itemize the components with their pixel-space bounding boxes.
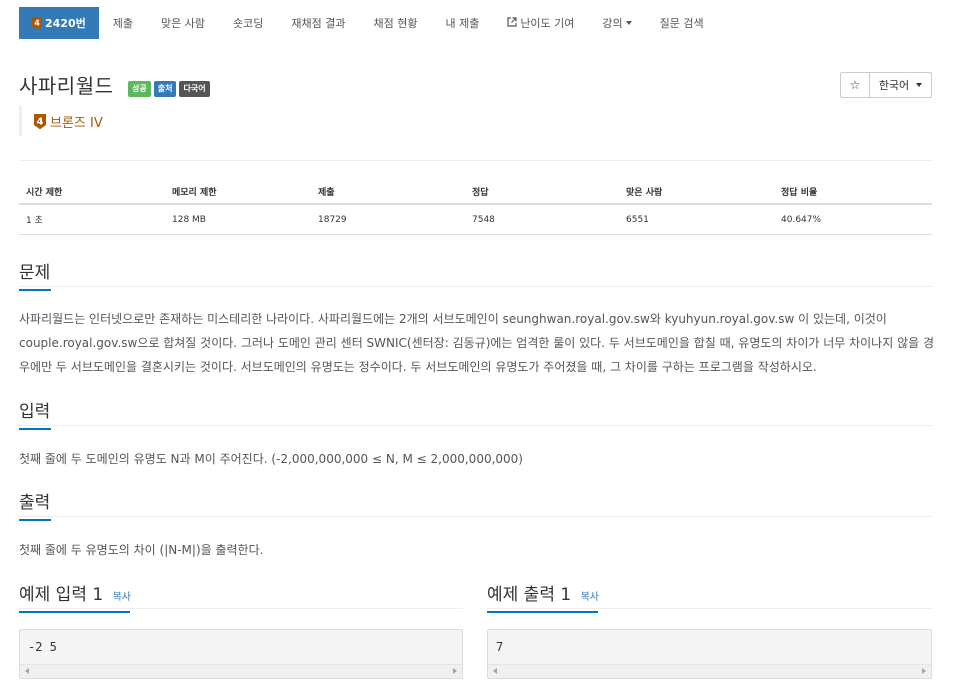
section-underline xyxy=(19,289,51,291)
header-submissions: 제출 xyxy=(318,187,335,198)
sample-output-box[interactable]: 7 xyxy=(487,629,932,679)
header-accepted: 정답 xyxy=(472,187,489,198)
value-solved-users: 6551 xyxy=(626,214,649,225)
tab-rejudge-results[interactable]: 재채점 결과 xyxy=(277,7,359,39)
label-source[interactable]: 출처 xyxy=(153,81,177,97)
bronze-tier-icon: 4 xyxy=(31,16,43,30)
value-submissions: 18729 xyxy=(318,214,347,225)
label-success[interactable]: 성공 xyxy=(128,81,151,97)
caret-down-icon xyxy=(916,83,923,87)
caret-down-icon xyxy=(625,21,632,25)
tab-my-submissions[interactable]: 내 제출 xyxy=(431,7,493,39)
tab-submit[interactable]: 제출 xyxy=(99,7,147,39)
scroll-right-icon[interactable] xyxy=(453,668,457,674)
tab-solved-users[interactable]: 맞은 사람 xyxy=(147,7,219,39)
sample-input-box[interactable]: -2 5 xyxy=(19,629,463,679)
value-accept-ratio: 40.647% xyxy=(781,214,822,225)
bronze-tier-icon: 4 xyxy=(33,113,47,130)
section-title-output-text: 출력 xyxy=(19,493,51,513)
tab-short-coding-label: 숏코딩 xyxy=(232,17,264,30)
tab-lectures-dropdown[interactable]: 강의 xyxy=(588,7,645,39)
section-divider xyxy=(19,425,932,426)
scroll-left-icon[interactable] xyxy=(493,668,497,674)
scroll-left-icon[interactable] xyxy=(25,668,29,674)
copy-sample-output-button[interactable]: 복사 xyxy=(581,592,599,603)
sample-output-title-text: 예제 출력 1 xyxy=(487,585,572,605)
tab-my-submissions-label: 내 제출 xyxy=(445,17,480,30)
external-link-icon xyxy=(507,16,517,30)
input-description: 첫째 줄에 두 도메인의 유명도 N과 M이 주어진다. (-2,000,000… xyxy=(19,452,523,466)
problem-actions: ☆ 한국어 xyxy=(840,72,932,98)
section-divider xyxy=(19,608,463,609)
header-time-limit: 시간 제한 xyxy=(26,187,63,198)
section-underline xyxy=(487,611,598,613)
problem-title: 사파리월드 xyxy=(19,74,114,98)
header-solved-users: 맞은 사람 xyxy=(626,187,663,198)
language-label: 한국어 xyxy=(878,79,910,92)
tab-question-search[interactable]: 질문 검색 xyxy=(646,7,718,39)
divider xyxy=(19,160,932,161)
tab-problem-label: 2420번 xyxy=(45,17,86,30)
problem-tier: 4 브론즈 IV xyxy=(19,106,103,136)
table-header-row: 시간 제한 메모리 제한 제출 정답 맞은 사람 정답 비율 xyxy=(19,179,932,205)
tab-lectures-label: 강의 xyxy=(602,17,623,30)
horizontal-scrollbar[interactable] xyxy=(20,664,462,678)
label-multilingual[interactable]: 다국어 xyxy=(179,81,210,97)
header-memory-limit: 메모리 제한 xyxy=(172,187,217,198)
value-time-limit: 1 초 xyxy=(26,216,43,226)
language-dropdown[interactable]: 한국어 xyxy=(870,72,932,98)
tab-judge-status[interactable]: 채점 현황 xyxy=(359,7,431,39)
tab-problem[interactable]: 4 2420번 xyxy=(19,7,99,39)
scroll-right-icon[interactable] xyxy=(922,668,926,674)
sample-input-title-text: 예제 입력 1 xyxy=(19,585,104,605)
tab-solved-users-label: 맞은 사람 xyxy=(161,17,205,30)
section-underline xyxy=(19,611,130,613)
sample-output-text: 7 xyxy=(496,640,504,654)
horizontal-scrollbar[interactable] xyxy=(488,664,931,678)
problem-labels: 성공 출처 다국어 xyxy=(128,81,210,97)
tab-short-coding[interactable]: 숏코딩 xyxy=(219,7,277,39)
output-description: 첫째 줄에 두 유명도의 차이 (|N-M|)을 출력한다. xyxy=(19,543,264,557)
section-title-sample-input: 예제 입력 1 복사 xyxy=(19,580,131,613)
value-memory-limit: 128 MB xyxy=(172,214,206,225)
svg-text:4: 4 xyxy=(37,116,44,127)
sample-input-text: -2 5 xyxy=(28,640,57,654)
copy-sample-input-button[interactable]: 복사 xyxy=(113,592,131,603)
section-divider xyxy=(19,286,932,287)
value-accepted: 7548 xyxy=(472,214,495,225)
section-underline xyxy=(19,428,51,430)
section-title-problem: 문제 xyxy=(19,258,51,291)
tab-submit-label: 제출 xyxy=(112,17,133,30)
section-underline xyxy=(19,519,51,521)
problem-info-table: 시간 제한 메모리 제한 제출 정답 맞은 사람 정답 비율 1 초 128 M… xyxy=(19,179,932,235)
tab-judge-status-label: 채점 현황 xyxy=(373,17,418,30)
section-title-output: 출력 xyxy=(19,488,51,521)
section-divider xyxy=(487,608,932,609)
favorite-star-button[interactable]: ☆ xyxy=(840,72,870,98)
section-title-input: 입력 xyxy=(19,397,51,430)
tab-difficulty-contribution[interactable]: 난이도 기여 xyxy=(493,7,588,39)
header-accept-ratio: 정답 비율 xyxy=(781,187,818,198)
tab-difficulty-contribution-label: 난이도 기여 xyxy=(520,17,575,30)
tab-question-search-label: 질문 검색 xyxy=(659,17,704,30)
section-title-sample-output: 예제 출력 1 복사 xyxy=(487,580,599,613)
tab-rejudge-results-label: 재채점 결과 xyxy=(291,17,346,30)
star-icon: ☆ xyxy=(849,78,861,92)
problem-nav: 4 2420번 제출 맞은 사람 숏코딩 재채점 결과 채점 현황 내 제출 난… xyxy=(19,7,932,39)
section-divider xyxy=(19,516,932,517)
tier-name[interactable]: 브론즈 IV xyxy=(50,112,103,131)
svg-text:4: 4 xyxy=(34,19,40,28)
table-row: 1 초 128 MB 18729 7548 6551 40.647% xyxy=(19,205,932,235)
section-title-input-text: 입력 xyxy=(19,402,51,422)
problem-description: 사파리월드는 인터넷으로만 존재하는 미스테리한 나라이다. 사파리월드에는 2… xyxy=(19,312,935,374)
section-title-problem-text: 문제 xyxy=(19,263,51,283)
